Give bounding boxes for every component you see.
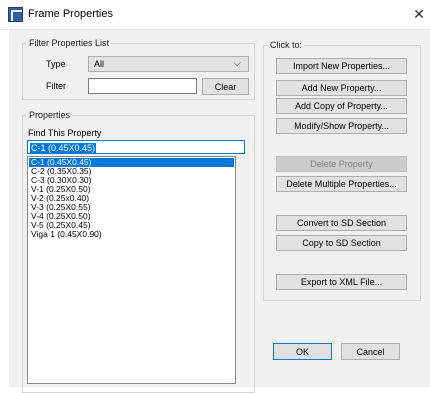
- list-item[interactable]: Viga 1 (0.45X0.90): [29, 230, 234, 239]
- find-property-label: Find This Property: [28, 128, 102, 138]
- click-to-group: Click to: Import New Properties... Add N…: [263, 40, 421, 301]
- add-copy-property-button[interactable]: Add Copy of Property...: [276, 98, 407, 114]
- click-to-group-label: Click to:: [268, 40, 305, 50]
- delete-multiple-properties-button[interactable]: Delete Multiple Properties...: [276, 176, 407, 192]
- add-new-property-button[interactable]: Add New Property...: [276, 80, 407, 96]
- properties-group: Properties Find This Property C-1 (0.45X…: [22, 110, 255, 393]
- convert-sd-section-button[interactable]: Convert to SD Section: [276, 215, 407, 231]
- chevron-down-icon: ⌵: [233, 58, 241, 69]
- import-properties-button[interactable]: Import New Properties...: [276, 58, 407, 74]
- filter-group: Filter Properties List Type All ⌵ Filter…: [22, 38, 255, 100]
- copy-sd-section-button[interactable]: Copy to SD Section: [276, 235, 407, 251]
- properties-group-label: Properties: [27, 110, 73, 120]
- title-bar[interactable]: Frame Properties ✕: [0, 0, 430, 30]
- cancel-button[interactable]: Cancel: [341, 343, 400, 360]
- type-dropdown-value: All: [94, 59, 105, 69]
- ok-button[interactable]: OK: [273, 343, 332, 360]
- modify-show-property-button[interactable]: Modify/Show Property...: [276, 118, 407, 134]
- property-list[interactable]: C-1 (0.45X0.45) C-2 (0.35X0.35) C-3 (0.3…: [27, 156, 236, 384]
- clear-button[interactable]: Clear: [202, 78, 249, 95]
- find-property-input[interactable]: C-1 (0.45X0.45): [27, 140, 245, 154]
- type-label: Type: [46, 59, 66, 69]
- app-icon: [8, 7, 23, 22]
- filter-label: Filter: [46, 81, 66, 91]
- delete-property-button[interactable]: Delete Property: [276, 156, 407, 172]
- window-title: Frame Properties: [28, 8, 113, 20]
- close-icon[interactable]: ✕: [408, 0, 430, 30]
- filter-group-label: Filter Properties List: [27, 38, 112, 48]
- export-xml-button[interactable]: Export to XML File...: [276, 274, 407, 290]
- dialog-body: Filter Properties List Type All ⌵ Filter…: [9, 30, 430, 393]
- type-dropdown[interactable]: All ⌵: [88, 56, 249, 72]
- find-property-value: C-1 (0.45X0.45): [30, 143, 97, 153]
- filter-input[interactable]: [88, 78, 197, 94]
